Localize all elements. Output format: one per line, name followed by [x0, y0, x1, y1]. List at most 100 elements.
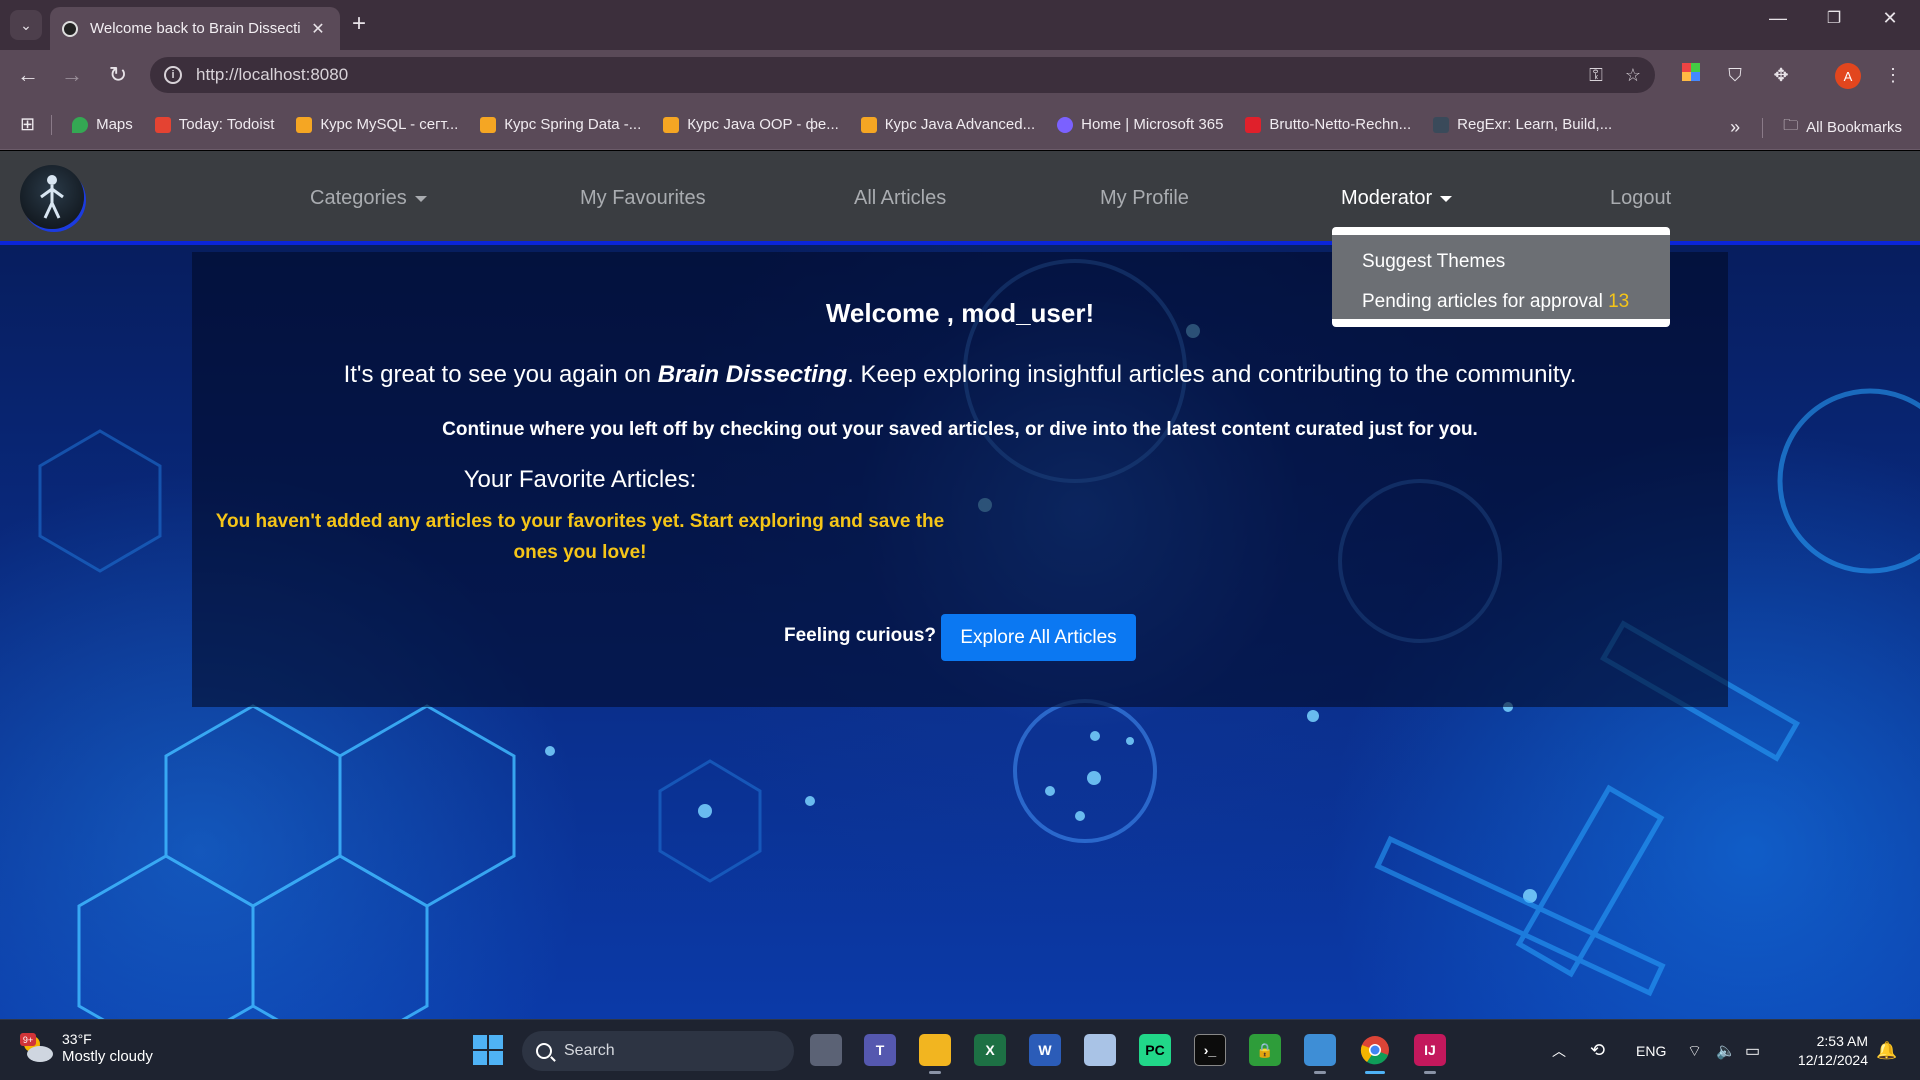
- windows-taskbar: 9+ 33°F Mostly cloudy Search T X W PC ›_…: [0, 1019, 1920, 1080]
- url-text: http://localhost:8080: [196, 65, 349, 84]
- intro-paragraph: It's great to see you again on Brain Dis…: [343, 361, 1577, 388]
- bookmark-microsoft-365[interactable]: Home | Microsoft 365: [1057, 116, 1223, 133]
- course-icon: [480, 116, 497, 133]
- pending-count-badge: 13: [1608, 291, 1630, 312]
- extension-colorful-icon[interactable]: [1678, 62, 1704, 88]
- brand-name: Brain Dissecting: [657, 361, 848, 388]
- nav-my-favourites[interactable]: My Favourites: [580, 187, 706, 210]
- tab-title: Welcome back to Brain Dissecti: [90, 20, 301, 37]
- word-icon[interactable]: W: [1029, 1034, 1061, 1066]
- windows-start-button[interactable]: [473, 1035, 503, 1065]
- bookmark-regexr[interactable]: RegExr: Learn, Build,...: [1433, 116, 1612, 133]
- restore-window-button[interactable]: ❐: [1814, 8, 1854, 28]
- browser-tab-active[interactable]: Welcome back to Brain Dissecti ✕: [50, 7, 340, 50]
- search-placeholder: Search: [564, 1042, 615, 1059]
- anatomy-figure-icon: [40, 175, 64, 219]
- terminal-icon[interactable]: ›_: [1194, 1034, 1226, 1066]
- favorites-empty-message: You haven't added any articles to your f…: [215, 511, 945, 563]
- all-bookmarks-link[interactable]: All Bookmarks: [1806, 119, 1902, 136]
- taskbar-search[interactable]: Search: [522, 1031, 794, 1071]
- continue-paragraph: Continue where you left off by checking …: [442, 419, 1478, 440]
- weather-widget[interactable]: 9+ 33°F Mostly cloudy: [20, 1030, 153, 1066]
- maps-icon: [72, 116, 89, 133]
- tab-search-button[interactable]: ⌄: [10, 10, 42, 40]
- extensions-puzzle-icon[interactable]: ✥: [1768, 62, 1794, 88]
- bookmark-mysql-course[interactable]: Курс MySQL - сегт...: [296, 116, 458, 133]
- file-explorer-icon[interactable]: [919, 1034, 951, 1074]
- teams-icon[interactable]: T: [864, 1034, 896, 1066]
- browser-menu-icon[interactable]: ⋮: [1880, 62, 1906, 88]
- moderator-dropdown-menu: Suggest Themes Pending articles for appr…: [1332, 227, 1670, 327]
- microsoft-365-icon: [1057, 116, 1074, 133]
- nav-all-articles[interactable]: All Articles: [854, 187, 946, 210]
- volume-icon[interactable]: 🔈: [1716, 1020, 1736, 1080]
- notepad-icon[interactable]: [1304, 1034, 1336, 1074]
- profile-avatar[interactable]: A: [1835, 63, 1861, 89]
- reload-button[interactable]: ↻: [103, 62, 133, 88]
- pycharm-icon[interactable]: PC: [1139, 1034, 1171, 1066]
- favorites-heading: Your Favorite Articles:: [463, 466, 697, 493]
- new-tab-button[interactable]: +: [352, 12, 366, 36]
- site-info-icon[interactable]: i: [164, 66, 182, 84]
- bookmark-separator: [51, 114, 53, 135]
- regexr-icon: [1433, 116, 1450, 133]
- brutto-netto-icon: [1245, 116, 1262, 133]
- menu-item-suggest-themes[interactable]: Suggest Themes: [1362, 247, 1670, 287]
- nav-my-profile[interactable]: My Profile: [1100, 187, 1189, 210]
- search-icon: [536, 1043, 552, 1059]
- excel-icon[interactable]: X: [974, 1034, 1006, 1066]
- task-view-icon[interactable]: [810, 1034, 842, 1066]
- lock-app-icon[interactable]: 🔒: [1249, 1034, 1281, 1066]
- nav-logout[interactable]: Logout: [1610, 187, 1671, 210]
- bookmark-todoist[interactable]: Today: Todoist: [154, 116, 274, 133]
- back-button[interactable]: ←: [13, 62, 43, 88]
- shield-extension-icon[interactable]: ⛉: [1722, 62, 1748, 88]
- wifi-icon[interactable]: ⌔: [1687, 1020, 1702, 1080]
- course-icon: [296, 116, 313, 133]
- notification-bell-icon[interactable]: 🔔: [1876, 1020, 1897, 1080]
- course-icon: [663, 116, 680, 133]
- language-indicator[interactable]: ENG: [1636, 1020, 1666, 1080]
- bookmark-brutto-netto[interactable]: Brutto-Netto-Rechn...: [1245, 116, 1411, 133]
- forward-button[interactable]: →: [57, 62, 87, 88]
- course-icon: [860, 116, 877, 133]
- close-window-button[interactable]: ✕: [1870, 8, 1910, 29]
- bookmark-spring-data-course[interactable]: Курс Spring Data -...: [480, 116, 641, 133]
- bookmark-java-advanced-course[interactable]: Курс Java Advanced...: [860, 116, 1035, 133]
- nav-categories-dropdown[interactable]: Categories: [310, 187, 427, 210]
- apps-grid-icon[interactable]: ⊞: [20, 114, 35, 135]
- show-hidden-icons-chevron[interactable]: ︿: [1552, 1020, 1566, 1080]
- sync-icon[interactable]: ⟲: [1590, 1020, 1605, 1080]
- weather-condition: Mostly cloudy: [62, 1048, 153, 1065]
- paint-icon[interactable]: [1084, 1034, 1116, 1066]
- address-bar[interactable]: i http://localhost:8080 ⚿ ☆: [150, 57, 1655, 93]
- browser-tab-bar: ⌄ Welcome back to Brain Dissecti ✕ + — ❐…: [0, 0, 1920, 50]
- explore-all-articles-button[interactable]: Explore All Articles: [941, 614, 1136, 661]
- nav-moderator-dropdown[interactable]: Moderator: [1341, 187, 1453, 210]
- caret-down-icon: [1440, 195, 1453, 202]
- intellij-icon[interactable]: IJ: [1414, 1034, 1446, 1074]
- todoist-icon: [154, 116, 171, 133]
- system-clock[interactable]: 2:53 AM 12/12/2024: [1784, 1032, 1868, 1070]
- battery-icon[interactable]: ▭: [1745, 1020, 1760, 1080]
- clock-time: 2:53 AM: [1816, 1033, 1868, 1049]
- brain-dissecting-logo[interactable]: [20, 165, 84, 229]
- bookmark-star-icon[interactable]: ☆: [1625, 65, 1641, 86]
- chrome-icon[interactable]: [1359, 1034, 1391, 1074]
- close-tab-icon[interactable]: ✕: [308, 19, 328, 39]
- browser-toolbar: ← → ↻ i http://localhost:8080 ⚿ ☆ ⛉ ✥ A …: [0, 50, 1920, 100]
- minimize-window-button[interactable]: —: [1758, 8, 1798, 29]
- bookmarks-bar: ⊞ Maps Today: Todoist Курс MySQL - сегт.…: [0, 100, 1920, 150]
- more-bookmarks-chevron-icon[interactable]: »: [1730, 117, 1740, 138]
- menu-item-pending-articles[interactable]: Pending articles for approval 13: [1362, 287, 1670, 327]
- page-viewport: Categories My Favourites All Articles My…: [0, 151, 1920, 1019]
- site-favicon-icon: [62, 20, 78, 37]
- bookmark-maps[interactable]: Maps: [72, 116, 133, 133]
- temperature: 33°F: [62, 1031, 92, 1047]
- password-key-icon[interactable]: ⚿: [1589, 65, 1603, 86]
- bookmark-java-oop-course[interactable]: Курс Java OOP - фе...: [663, 116, 839, 133]
- folder-icon: 🗀: [1783, 117, 1799, 134]
- weather-alert-badge: 9+: [23, 1035, 33, 1045]
- cloudy-weather-icon: 9+: [20, 1033, 54, 1063]
- caret-down-icon: [414, 195, 427, 202]
